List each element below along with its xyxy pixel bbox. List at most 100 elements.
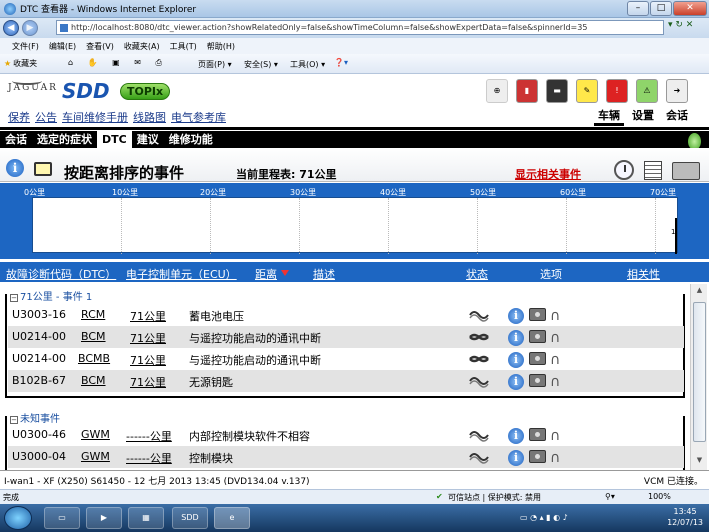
table-row[interactable]: U0300-46 GWM ------公里 内部控制模块软件不相容 i ∩ xyxy=(8,424,684,446)
battery-icon[interactable]: ▮ xyxy=(516,79,538,103)
distance-value[interactable]: 71公里 xyxy=(130,308,166,324)
ecu-link[interactable]: RCM xyxy=(81,308,105,321)
menu-tools[interactable]: 工具(T) xyxy=(170,41,197,52)
table-row[interactable]: U3000-04 GWM ------公里 控制模块 i ∩ xyxy=(8,446,684,468)
scroll-down-icon[interactable]: ▼ xyxy=(693,456,706,468)
link-bulletins[interactable]: 公告 xyxy=(35,109,57,125)
subtab-symptoms[interactable]: 选定的症状 xyxy=(32,131,97,148)
tab-vehicle[interactable]: 车辆 xyxy=(594,107,624,126)
clock[interactable]: 13:45 12/07/13 xyxy=(667,506,703,528)
ie-taskbar-icon[interactable]: e xyxy=(214,507,250,529)
info-icon[interactable]: i xyxy=(508,352,524,368)
info-icon[interactable]: i xyxy=(508,330,524,346)
network-warning-icon[interactable]: ⚠ xyxy=(636,79,658,103)
camera-icon[interactable] xyxy=(529,330,546,343)
link-electrical-library[interactable]: 电气参考库 xyxy=(171,109,226,125)
subtab-repair-functions[interactable]: 维修功能 xyxy=(164,131,218,148)
menu-view[interactable]: 查看(V) xyxy=(86,41,114,52)
tab-session[interactable]: 会话 xyxy=(662,107,692,126)
info-icon[interactable]: i xyxy=(508,428,524,444)
zoom-level[interactable]: 100% xyxy=(648,492,671,501)
distance-value[interactable]: ------公里 xyxy=(126,428,172,444)
toolbar-icons[interactable]: ⌂ ✋ ▣ ✉ ⎙ xyxy=(68,58,168,68)
zoom-icon[interactable]: ⚲▾ xyxy=(605,492,615,501)
topix-button[interactable]: TOPIx xyxy=(120,83,171,100)
collapse-icon[interactable]: − xyxy=(10,416,18,424)
link-wiring[interactable]: 线路图 xyxy=(133,109,166,125)
ecu-link[interactable]: GWM xyxy=(81,450,110,463)
stethoscope-icon[interactable]: ∩ xyxy=(550,374,572,392)
distance-value[interactable]: 71公里 xyxy=(130,374,166,390)
menu-help[interactable]: 帮助(H) xyxy=(207,41,235,52)
collapse-icon[interactable]: − xyxy=(10,294,18,302)
distance-value[interactable]: ------公里 xyxy=(126,450,172,466)
col-description[interactable]: 描述 xyxy=(313,266,335,282)
menu-favorites[interactable]: 收藏夹(A) xyxy=(124,41,160,52)
col-distance[interactable]: 距离 xyxy=(255,266,277,282)
notes-icon[interactable]: ✎ xyxy=(576,79,598,103)
menu-edit[interactable]: 编辑(E) xyxy=(49,41,76,52)
folder-icon[interactable] xyxy=(34,162,52,176)
scroll-thumb[interactable] xyxy=(693,302,706,442)
favorites-button[interactable]: 收藏夹 xyxy=(13,58,37,69)
camera-icon[interactable] xyxy=(529,308,546,321)
camera-icon[interactable] xyxy=(529,428,546,441)
group-header[interactable]: − 未知事件 xyxy=(10,410,64,425)
exit-icon[interactable]: ➜ xyxy=(666,79,688,103)
close-button[interactable]: ✕ xyxy=(673,1,707,16)
explorer-icon[interactable]: ▭ xyxy=(44,507,80,529)
info-icon[interactable]: i xyxy=(6,159,24,177)
camera-icon[interactable] xyxy=(529,450,546,463)
stethoscope-icon[interactable]: ∩ xyxy=(550,308,572,326)
table-row[interactable]: B102B-67 BCM 71公里 无源钥匙 i ∩ xyxy=(8,370,684,392)
table-row[interactable]: U3003-16 RCM 71公里 蓄电池电压 i ∩ xyxy=(8,304,684,326)
distance-value[interactable]: 71公里 xyxy=(130,352,166,368)
camera-icon[interactable] xyxy=(529,352,546,365)
info-icon[interactable]: i xyxy=(508,450,524,466)
printer-icon[interactable] xyxy=(672,162,700,180)
sdd-taskbar-button[interactable]: SDD xyxy=(172,507,208,529)
minimize-button[interactable]: – xyxy=(627,1,649,16)
ecu-link[interactable]: BCM xyxy=(81,374,106,387)
connection-icon[interactable]: ⊕ xyxy=(486,79,508,103)
tray-icons[interactable]: ▭ ◔ ▴ ▮ ◐ ♪ xyxy=(520,513,568,522)
tools-menu[interactable]: 工具(O) ▾ xyxy=(290,59,325,70)
ecu-link[interactable]: BCMB xyxy=(78,352,110,365)
back-icon[interactable]: ◀ xyxy=(3,20,19,36)
info-icon[interactable]: i xyxy=(508,374,524,390)
vehicle-icon[interactable]: ▬ xyxy=(546,79,568,103)
timeline-plot[interactable]: 1 xyxy=(32,197,678,254)
group-header[interactable]: −71公里 - 事件 1 xyxy=(10,288,97,303)
list-icon[interactable] xyxy=(644,161,662,180)
address-input[interactable]: http://localhost:8080/dtc_viewer.action?… xyxy=(56,20,664,35)
refresh-icon[interactable]: ▾ ↻ ✕ xyxy=(668,20,693,30)
forward-icon[interactable]: ▶ xyxy=(22,20,38,36)
stethoscope-icon[interactable]: ∩ xyxy=(550,330,572,348)
menu-file[interactable]: 文件(F) xyxy=(12,41,39,52)
subtab-recommendations[interactable]: 建议 xyxy=(132,131,164,148)
camera-icon[interactable] xyxy=(529,374,546,387)
media-player-icon[interactable]: ▶ xyxy=(86,507,122,529)
col-relevance[interactable]: 相关性 xyxy=(627,266,660,282)
subtab-dtc[interactable]: DTC xyxy=(97,131,132,148)
maximize-button[interactable]: □ xyxy=(650,1,672,16)
safety-menu[interactable]: 安全(S) ▾ xyxy=(244,59,278,70)
show-related-link[interactable]: 显示相关事件 xyxy=(515,166,581,182)
ecu-link[interactable]: BCM xyxy=(81,330,106,343)
start-button[interactable] xyxy=(4,506,32,530)
scroll-up-icon[interactable]: ▲ xyxy=(693,286,706,298)
clock-icon[interactable] xyxy=(614,160,634,180)
distance-value[interactable]: 71公里 xyxy=(130,330,166,346)
col-ecu[interactable]: 电子控制单元（ECU） xyxy=(126,266,237,282)
alert-icon[interactable]: ! xyxy=(606,79,628,103)
stethoscope-icon[interactable]: ∩ xyxy=(550,428,572,446)
col-dtc[interactable]: 故障诊断代码（DTC） xyxy=(6,266,116,282)
ecu-link[interactable]: GWM xyxy=(81,428,110,441)
page-menu[interactable]: 页面(P) ▾ xyxy=(198,59,232,70)
table-row[interactable]: U0214-00 BCMB 71公里 与遥控功能启动的通讯中断 i ∩ xyxy=(8,348,684,370)
stethoscope-icon[interactable]: ∩ xyxy=(550,450,572,468)
event-marker[interactable] xyxy=(675,218,677,254)
link-maintenance[interactable]: 保养 xyxy=(8,109,30,125)
app-window-icon[interactable]: ▦ xyxy=(128,507,164,529)
table-row[interactable]: U0214-00 BCM 71公里 与遥控功能启动的通讯中断 i ∩ xyxy=(8,326,684,348)
